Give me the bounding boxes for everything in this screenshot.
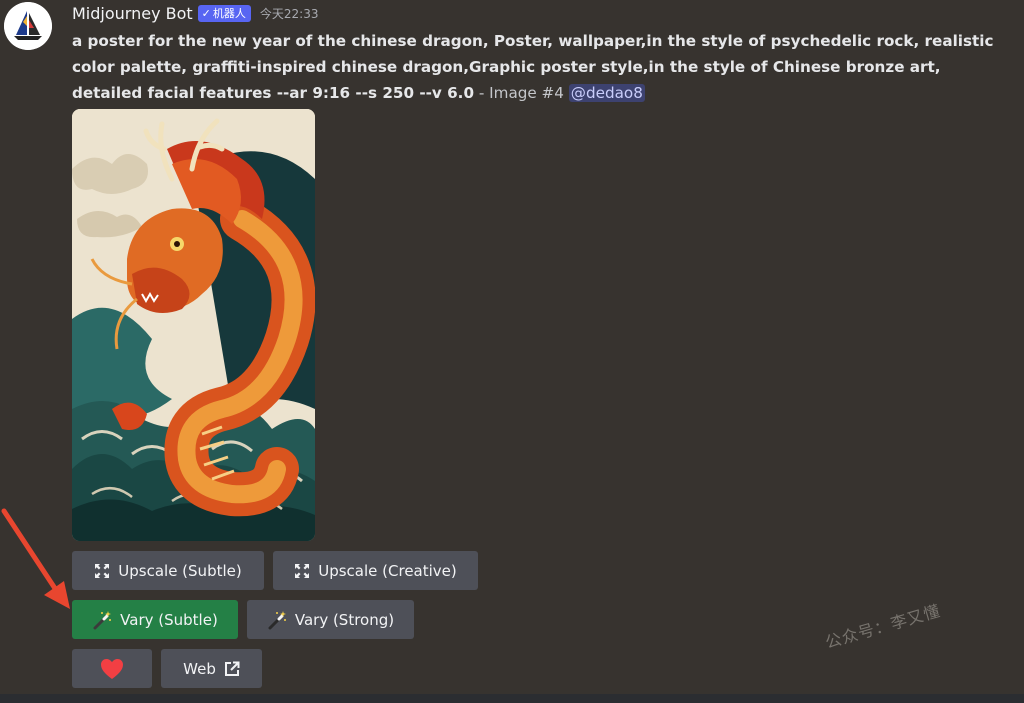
username[interactable]: Midjourney Bot (72, 4, 193, 23)
bot-badge: ✓ 机器人 (197, 4, 251, 22)
expand-arrows-icon (94, 563, 110, 579)
magic-wand-icon (92, 610, 112, 630)
annotation-arrow-icon (1, 508, 70, 609)
heart-icon (100, 658, 124, 680)
user-mention[interactable]: @dedao8 (568, 84, 645, 102)
timestamp: 今天22:33 (259, 6, 319, 21)
upscale-creative-button[interactable]: Upscale (Creative) (273, 551, 478, 590)
vary-subtle-label: Vary (Subtle) (120, 610, 218, 629)
upscale-subtle-button[interactable]: Upscale (Subtle) (72, 551, 264, 590)
vary-strong-label: Vary (Strong) (294, 610, 395, 629)
expand-arrows-icon (294, 563, 310, 579)
sailboat-logo-icon (4, 2, 52, 50)
vary-subtle-button[interactable]: Vary (Subtle) (72, 600, 238, 639)
web-button[interactable]: Web (161, 649, 262, 688)
watermark: 公众号：李又懂 (823, 601, 943, 653)
magic-wand-icon (267, 610, 287, 630)
external-link-icon (224, 661, 240, 677)
check-icon: ✓ (201, 6, 211, 20)
vary-strong-button[interactable]: Vary (Strong) (247, 600, 414, 639)
image-index: - Image #4 (474, 84, 569, 102)
chat-message: Midjourney Bot ✓ 机器人 今天22:33 a poster fo… (0, 0, 1024, 703)
favorite-button[interactable] (72, 649, 152, 688)
upscale-subtle-label: Upscale (Subtle) (118, 561, 242, 580)
dragon-artwork (72, 109, 315, 541)
generated-image[interactable] (72, 109, 315, 541)
message-header: Midjourney Bot ✓ 机器人 今天22:33 (72, 2, 318, 24)
bot-avatar[interactable] (4, 2, 52, 50)
bottom-bar (0, 694, 1024, 703)
bot-badge-label: 机器人 (212, 7, 246, 20)
prompt-text: a poster for the new year of the chinese… (72, 28, 1007, 106)
upscale-creative-label: Upscale (Creative) (318, 561, 457, 580)
web-label: Web (183, 659, 216, 678)
